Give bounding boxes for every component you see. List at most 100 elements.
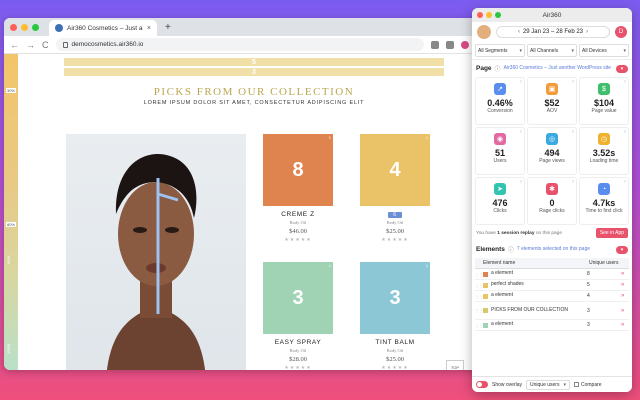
compare-option[interactable]: Compare xyxy=(574,382,602,388)
address-bar: ← → C democosmetics.air360.io xyxy=(4,36,490,54)
browser-tab[interactable]: Air360 Cosmetics – Just anoth × xyxy=(49,20,157,36)
share-icon[interactable] xyxy=(431,40,439,49)
session-replay-row: You have 1 session replay on this page S… xyxy=(472,225,632,241)
table-row[interactable]: ⋮⋮ a element 3 » xyxy=(475,320,629,331)
panel-header: ‹ 29 Jan 23 – 28 Feb 23 › D xyxy=(472,22,632,42)
metric-value: 3.52s xyxy=(592,148,616,158)
dollar-icon: $ xyxy=(598,83,610,95)
close-window-button[interactable] xyxy=(10,23,17,31)
metric-select[interactable]: Unique users ▾ xyxy=(526,379,570,390)
product-name[interactable]: EASY SPRAY xyxy=(263,339,333,346)
metric-card-users[interactable]: ? ◉ 51 Users xyxy=(475,127,525,175)
browser-window: Air360 Cosmetics – Just anoth × + ← → C … xyxy=(4,18,490,370)
product-card[interactable]: 3 1 TINT BALM Body Oil $25.00 ★★★★★ xyxy=(360,262,430,370)
drag-handle-icon[interactable]: ⋮⋮ xyxy=(475,272,483,277)
air360-extension-icon[interactable] xyxy=(461,40,469,49)
metric-card-clicks[interactable]: ? ➤ 476 Clicks xyxy=(475,177,525,225)
section-headline: PICKS FROM OUR COLLECTION xyxy=(153,86,355,98)
drag-handle-icon[interactable]: ⋮⋮ xyxy=(475,283,483,288)
new-tab-button[interactable]: + xyxy=(165,22,171,33)
metric-card-time-to-first-click[interactable]: ? ◔ 4.7ks Time to first click xyxy=(579,177,629,225)
tab-close-icon[interactable]: × xyxy=(147,25,151,32)
element-users: 4 xyxy=(587,293,590,299)
element-count-badge: 6 xyxy=(388,212,402,218)
help-icon[interactable]: ? xyxy=(624,179,626,184)
minimize-window-button[interactable] xyxy=(21,23,28,31)
see-in-app-button[interactable]: See in App xyxy=(595,228,628,238)
element-color-swatch xyxy=(483,308,488,313)
help-icon[interactable]: ? xyxy=(572,79,574,84)
metric-card-loading-time[interactable]: ? ◷ 3.52s Loading time xyxy=(579,127,629,175)
open-element-icon[interactable]: » xyxy=(621,271,629,277)
show-overlay-toggle[interactable] xyxy=(476,381,488,388)
metric-card-page-views[interactable]: ? ◎ 494 Page views xyxy=(527,127,577,175)
channel-filter[interactable]: All Channels ▾ xyxy=(527,44,577,57)
metric-label: Rage clicks xyxy=(539,208,565,214)
metric-card-conversion[interactable]: ? ↗ 0.46% Conversion xyxy=(475,77,525,125)
back-to-top-button[interactable]: TOP xyxy=(446,360,464,370)
element-overlay-bar[interactable]: 3 xyxy=(64,68,444,76)
reload-icon[interactable]: C xyxy=(42,40,49,50)
table-row[interactable]: ⋮⋮ a element 8 » xyxy=(475,269,629,280)
rating-stars: ★★★★★ xyxy=(381,365,409,370)
help-icon[interactable]: ? xyxy=(520,179,522,184)
drag-handle-icon[interactable]: ⋮⋮ xyxy=(475,308,483,313)
forward-icon[interactable]: → xyxy=(26,40,35,50)
section-subline: LOREM IPSUM DOLOR SIT AMET, CONSECTETUR … xyxy=(143,100,365,106)
date-range-picker[interactable]: ‹ 29 Jan 23 – 28 Feb 23 › xyxy=(496,26,610,38)
column-element-name[interactable]: Element name xyxy=(475,260,589,266)
chevron-down-icon: ▾ xyxy=(571,47,574,54)
product-card[interactable]: 8 1 CREME Z Body Oil $46.00 ★★★★★ xyxy=(263,134,333,243)
product-card[interactable]: 4 1 6 Body Oil $25.00 ★★★★★ xyxy=(360,134,430,243)
metric-label: Users xyxy=(493,158,507,164)
help-icon[interactable]: ? xyxy=(624,129,626,134)
product-name[interactable]: TINT BALM xyxy=(360,339,430,346)
table-row[interactable]: ⋮⋮ PICKS FROM OUR COLLECTION 3 » xyxy=(475,302,629,320)
help-icon[interactable]: ? xyxy=(572,179,574,184)
maximize-window-button[interactable] xyxy=(32,23,39,31)
product-name[interactable]: 6 xyxy=(360,211,430,218)
metric-card-page-value[interactable]: ? $ $104 Page value xyxy=(579,77,629,125)
url-field[interactable]: democosmetics.air360.io xyxy=(55,38,424,51)
collapse-chevron-icon[interactable]: ▾ xyxy=(616,245,628,254)
metric-label: Loading time xyxy=(589,158,619,164)
open-element-icon[interactable]: » xyxy=(621,282,629,288)
help-icon[interactable]: ? xyxy=(520,79,522,84)
column-unique-users[interactable]: Unique users xyxy=(589,260,629,266)
element-name: a element xyxy=(491,270,513,277)
open-element-icon[interactable]: » xyxy=(621,293,629,299)
date-prev-icon[interactable]: ‹ xyxy=(518,29,520,35)
collapse-chevron-icon[interactable]: ▾ xyxy=(616,64,628,73)
element-name: PICKS FROM OUR COLLECTION xyxy=(491,306,568,313)
elements-description: 7 elements selected on this page xyxy=(516,246,591,253)
bookmark-star-icon[interactable] xyxy=(446,40,454,49)
table-row[interactable]: ⋮⋮ a element 4 » xyxy=(475,291,629,302)
drag-handle-icon[interactable]: ⋮⋮ xyxy=(475,323,483,328)
help-icon[interactable]: ? xyxy=(624,79,626,84)
help-icon[interactable]: ? xyxy=(572,129,574,134)
open-element-icon[interactable]: » xyxy=(621,322,629,328)
page-section-header: Page ⓘ Air360 Cosmetics – Just another W… xyxy=(472,60,632,77)
url-text: democosmetics.air360.io xyxy=(71,41,144,48)
element-overlay-bar[interactable]: 5 xyxy=(64,58,444,66)
back-icon[interactable]: ← xyxy=(10,40,19,50)
metric-card-aov[interactable]: ? ▣ $52 AOV xyxy=(527,77,577,125)
user-avatar[interactable]: D xyxy=(615,26,627,38)
date-next-icon[interactable]: › xyxy=(586,29,588,35)
overlay-count-label: 5 xyxy=(252,58,256,66)
segment-filter[interactable]: All Segments ▾ xyxy=(475,44,525,57)
product-card[interactable]: 3 1 EASY SPRAY Body Oil $28.00 ★★★★★ xyxy=(263,262,333,370)
device-filter[interactable]: All Devices ▾ xyxy=(579,44,629,57)
metric-value: 4.7ks xyxy=(592,198,616,208)
metric-card-rage-clicks[interactable]: ? ✱ 0 Rage clicks xyxy=(527,177,577,225)
compare-checkbox[interactable] xyxy=(574,382,579,387)
product-tile: 8 1 xyxy=(263,134,333,206)
table-row[interactable]: ⋮⋮ perfect shades 5 » xyxy=(475,280,629,291)
rating-stars: ★★★★★ xyxy=(284,237,312,243)
open-element-icon[interactable]: » xyxy=(621,308,629,314)
product-name[interactable]: CREME Z xyxy=(263,211,333,218)
help-icon[interactable]: ? xyxy=(520,129,522,134)
drag-handle-icon[interactable]: ⋮⋮ xyxy=(475,294,483,299)
wordpress-icon xyxy=(55,24,63,32)
element-users: 3 xyxy=(587,322,590,328)
